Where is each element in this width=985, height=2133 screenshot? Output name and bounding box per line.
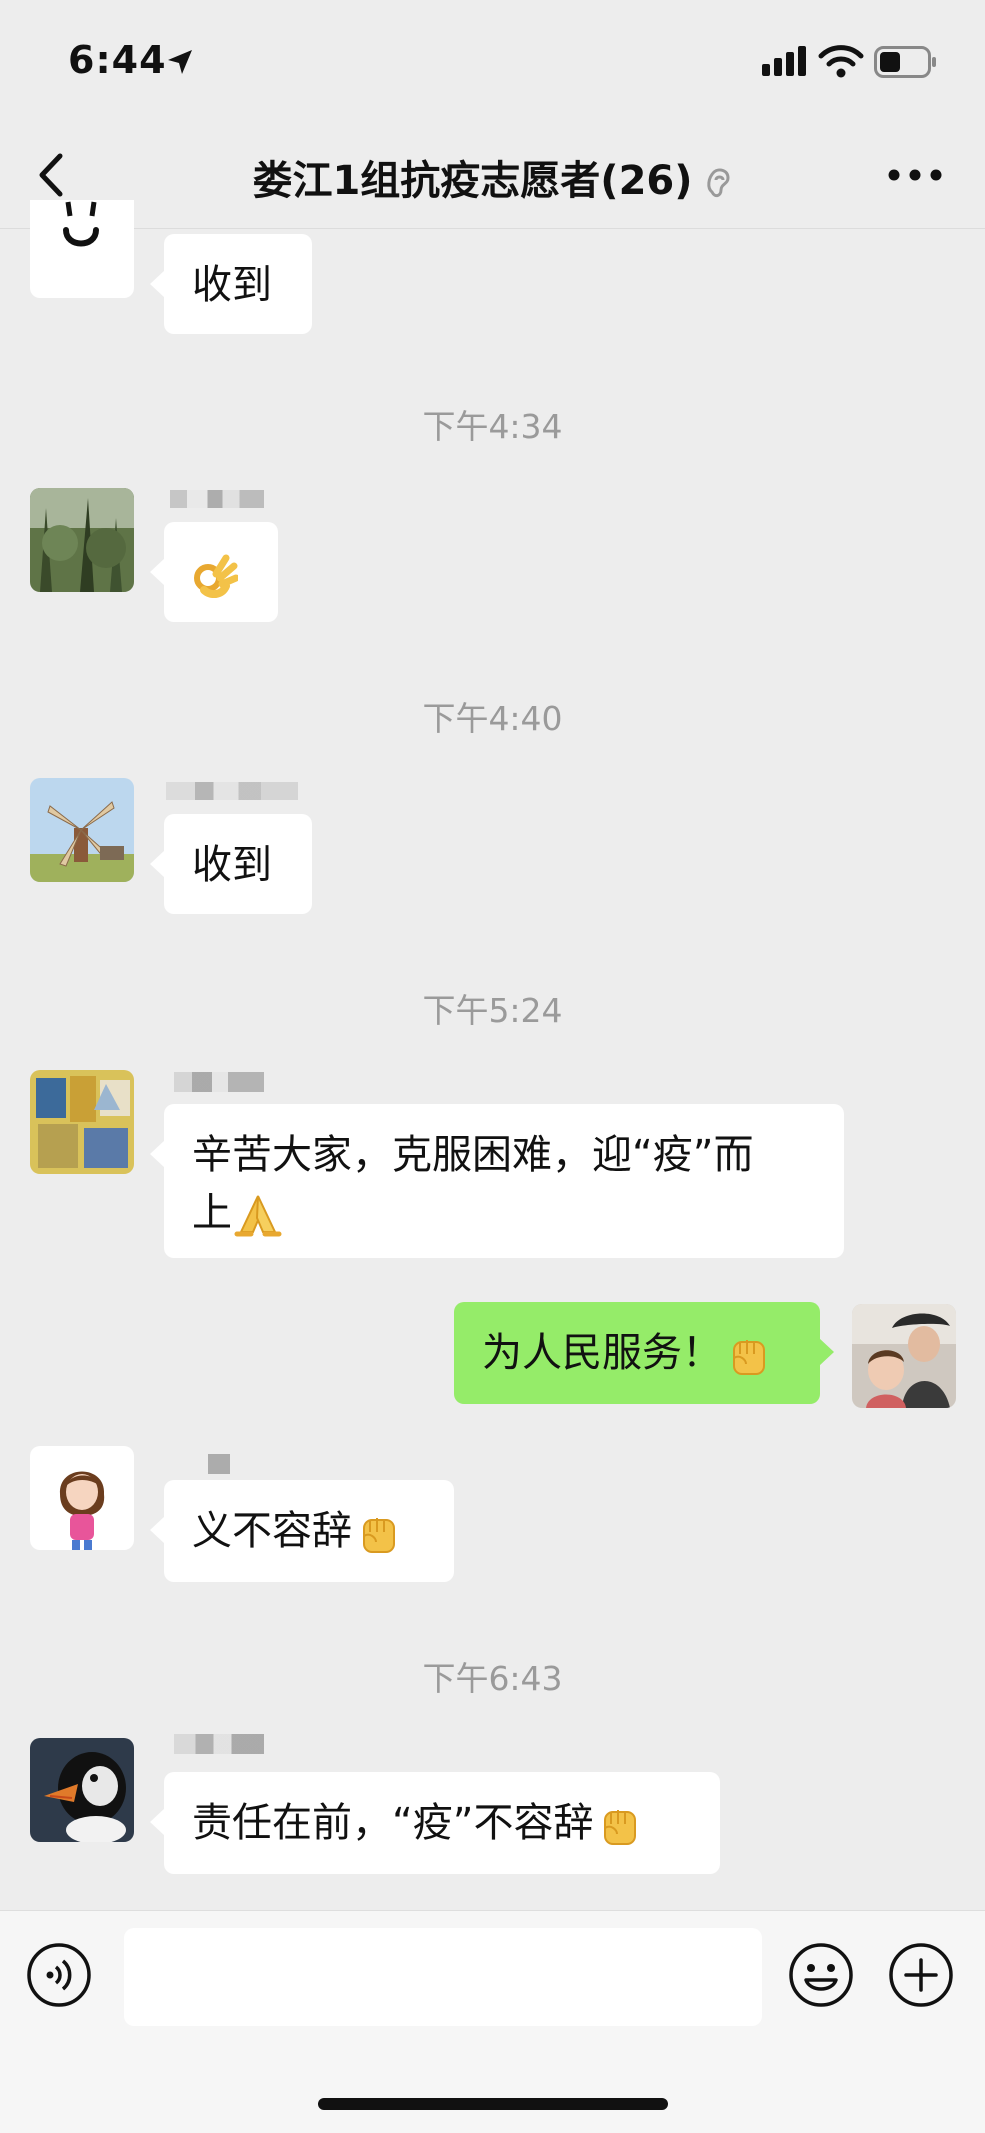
message-text: 义不容辞 (192, 1508, 352, 1554)
message-text: 收到 (192, 262, 272, 308)
folded-hands-emoji (234, 1195, 282, 1237)
raised-fist-emoji (733, 1340, 765, 1375)
message-bubble[interactable]: 义不容辞 (150, 1480, 454, 1582)
earpiece-mute-icon (703, 164, 733, 202)
own-avatar[interactable] (852, 1304, 956, 1408)
own-message-bubble[interactable]: 为人民服务！ (454, 1302, 834, 1404)
avatar[interactable] (30, 200, 134, 298)
sender-name-blurred (174, 1072, 264, 1092)
message-bubble[interactable]: 收到 (150, 234, 312, 334)
sender-name-blurred (208, 1454, 230, 1474)
location-arrow-icon (168, 50, 192, 74)
avatar[interactable] (30, 778, 134, 882)
cellular-signal-icon (762, 46, 806, 76)
sender-name-blurred (170, 490, 264, 508)
raised-fist-emoji (604, 1810, 637, 1845)
chat-title: 娄江1组抗疫志愿者(26) (0, 148, 985, 206)
wifi-icon (818, 45, 864, 78)
sender-name-blurred (166, 782, 298, 800)
raised-fist-emoji (363, 1518, 395, 1553)
message-text: 责任在前，“疫”不容辞 (192, 1800, 594, 1846)
message-timestamp: 下午6:43 (422, 1659, 563, 1698)
message-bubble[interactable]: 辛苦大家，克服困难，迎“疫”而 上 (150, 1104, 844, 1258)
message-text-line-1: 辛苦大家，克服困难，迎“疫”而 (192, 1132, 754, 1178)
plus-icon[interactable] (888, 1942, 954, 2008)
message-bubble[interactable] (150, 522, 278, 622)
message-timestamp: 下午4:34 (422, 407, 563, 446)
battery-icon (874, 46, 936, 78)
message-timestamp: 下午4:40 (422, 699, 563, 738)
message-timestamp: 下午5:24 (422, 991, 563, 1030)
more-icon[interactable] (886, 166, 944, 184)
avatar[interactable] (30, 1738, 134, 1842)
message-input[interactable] (124, 1928, 762, 2026)
status-time: 6:44 (68, 38, 167, 82)
message-text-line-2: 上 (192, 1184, 816, 1242)
message-bubble[interactable]: 责任在前，“疫”不容辞 (150, 1772, 720, 1874)
message-text: 为人民服务！ (482, 1330, 722, 1376)
avatar[interactable] (30, 488, 134, 592)
chat-title-text: 娄江1组抗疫志愿者(26) (252, 158, 693, 204)
avatar[interactable] (30, 1070, 134, 1174)
avatar[interactable] (30, 1446, 134, 1550)
home-indicator (318, 2098, 668, 2110)
ok-hand-emoji (194, 554, 238, 598)
emoji-icon[interactable] (788, 1942, 854, 2008)
message-bubble[interactable]: 收到 (150, 814, 312, 914)
sender-name-blurred (174, 1734, 264, 1754)
message-text: 收到 (192, 842, 272, 888)
voice-icon[interactable] (26, 1942, 92, 2008)
message-text-line-2-text: 上 (192, 1190, 232, 1236)
